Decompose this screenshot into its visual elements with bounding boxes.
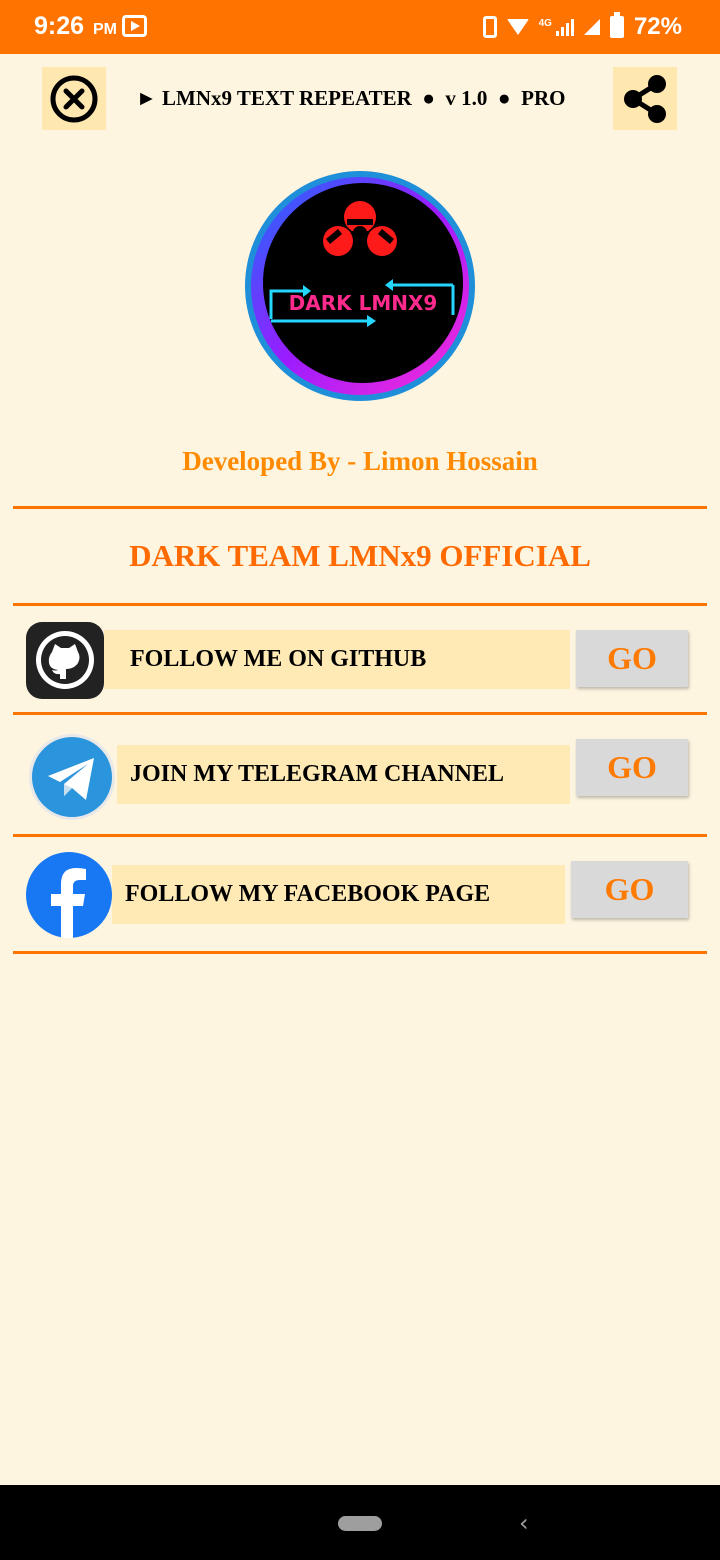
github-go-button[interactable]: GO: [576, 630, 688, 687]
github-icon[interactable]: [26, 622, 104, 704]
share-icon: [624, 74, 666, 123]
battery-percent: 72%: [633, 13, 682, 40]
close-circle-icon: [50, 75, 98, 122]
close-button[interactable]: [42, 67, 106, 130]
facebook-icon[interactable]: [26, 852, 112, 943]
status-time: 9:26 PM: [34, 12, 117, 41]
divider: [13, 712, 707, 715]
divider: [13, 603, 707, 606]
app-logo: DARK LMNX9: [243, 169, 477, 403]
navigation-bar: ‹: [0, 1485, 720, 1560]
wifi-icon: [506, 19, 529, 35]
status-time-value: 9:26: [34, 12, 85, 40]
facebook-label: FOLLOW MY FACEBOOK PAGE: [112, 865, 565, 924]
signal-icon: 4G: [539, 18, 574, 36]
divider: [13, 834, 707, 837]
github-label: FOLLOW ME ON GITHUB: [104, 630, 570, 689]
status-icons: 4G 72%: [482, 12, 682, 41]
vibrate-icon: [482, 16, 497, 38]
facebook-go-button[interactable]: GO: [571, 861, 688, 918]
telegram-go-button[interactable]: GO: [576, 739, 688, 796]
developer-credit: Developed By - Limon Hossain: [182, 446, 538, 476]
app-title: ► LMNx9 TEXT REPEATER ● v 1.0 ● PRO: [136, 86, 566, 110]
status-bar: 9:26 PM 4G 72%: [0, 0, 720, 54]
back-icon[interactable]: ‹: [519, 1509, 529, 1537]
battery-icon: [609, 12, 624, 38]
telegram-icon[interactable]: [28, 734, 116, 825]
signal-secondary-icon: [583, 19, 600, 35]
telegram-label: JOIN MY TELEGRAM CHANNEL: [117, 745, 570, 804]
media-notification-icon: [122, 15, 147, 37]
divider: [13, 951, 707, 954]
logo-text: DARK LMNX9: [289, 291, 438, 315]
divider: [13, 506, 707, 509]
team-title: DARK TEAM LMNx9 OFFICIAL: [129, 538, 591, 573]
share-button[interactable]: [613, 67, 677, 130]
home-gesture-pill[interactable]: [338, 1516, 382, 1531]
status-time-ampm: PM: [93, 21, 117, 38]
network-type: 4G: [538, 18, 552, 29]
